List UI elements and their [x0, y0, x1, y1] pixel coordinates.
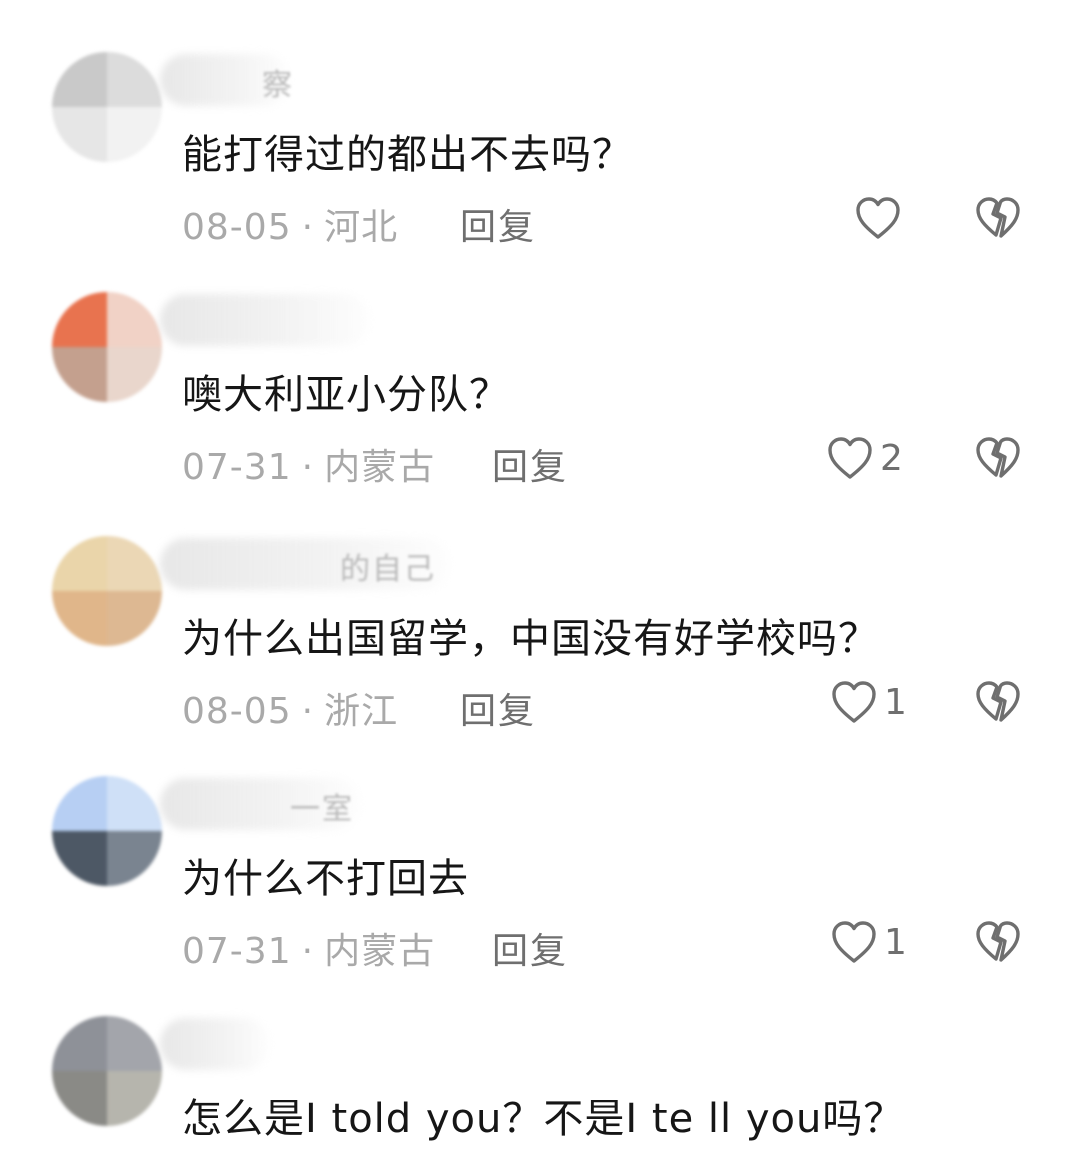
comment-list: 察 能打得过的都出不去吗？ 08-05 · 河北 回复 噢大利亚小分队？ 07-… [0, 0, 1080, 1168]
comment-location: 内蒙古 [324, 931, 436, 972]
username-fragment: 察 [262, 68, 294, 103]
meta-separator: · [301, 207, 315, 248]
dislike-button[interactable] [974, 430, 1022, 486]
user-avatar[interactable] [52, 292, 162, 402]
comment-item: 的自己 为什么出国留学，中国没有好学校吗？ 08-05 · 浙江 回复 1 [0, 536, 1080, 776]
reply-button[interactable]: 回复 [460, 682, 536, 734]
broken-heart-icon [976, 437, 1020, 478]
broken-heart-icon [976, 681, 1020, 722]
like-button[interactable] [854, 190, 908, 246]
username-blur [160, 1018, 270, 1070]
reply-button[interactable]: 回复 [492, 438, 568, 490]
dislike-button[interactable] [974, 914, 1022, 970]
comment-text: 怎么是I told you？不是I te ll you吗？ [182, 1096, 905, 1142]
username-fragment: 一室 [290, 792, 354, 827]
broken-heart-icon [976, 921, 1020, 962]
username-fragment: 的自己 [340, 552, 436, 587]
comment-item: 察 能打得过的都出不去吗？ 08-05 · 河北 回复 [0, 52, 1080, 292]
comment-item: 噢大利亚小分队？ 07-31 · 内蒙古 回复 2 [0, 292, 1080, 532]
comment-date: 07-31 [182, 447, 292, 488]
like-button[interactable]: 1 [830, 674, 907, 730]
comment-date: 07-31 [182, 931, 292, 972]
comment-date: 08-05 [182, 691, 292, 732]
comment-location: 内蒙古 [324, 447, 436, 488]
meta-separator: · [301, 931, 315, 972]
comment-item: 一室 为什么不打回去 07-31 · 内蒙古 回复 1 [0, 776, 1080, 1016]
dislike-button[interactable] [974, 190, 1022, 246]
user-avatar[interactable] [52, 1016, 162, 1126]
like-count: 1 [884, 681, 907, 723]
user-avatar[interactable] [52, 52, 162, 162]
user-avatar[interactable] [52, 536, 162, 646]
like-button[interactable]: 1 [830, 914, 907, 970]
comment-location: 河北 [324, 207, 399, 248]
comment-date: 08-05 [182, 207, 292, 248]
heart-outline-icon [856, 197, 900, 239]
like-count: 2 [880, 437, 903, 479]
heart-outline-icon [832, 921, 876, 963]
comment-meta: 07-31 · 内蒙古 [182, 438, 435, 490]
username-blur [160, 294, 370, 346]
dislike-button[interactable] [974, 674, 1022, 730]
comment-meta: 08-05 · 浙江 [182, 682, 398, 734]
like-count: 1 [884, 921, 907, 963]
reply-button[interactable]: 回复 [492, 922, 568, 974]
comment-meta: 08-05 · 河北 [182, 198, 398, 250]
comment-meta: 07-31 · 内蒙古 [182, 922, 435, 974]
heart-outline-icon [828, 437, 872, 479]
meta-separator: · [301, 691, 315, 732]
reply-button[interactable]: 回复 [460, 198, 536, 250]
user-avatar[interactable] [52, 776, 162, 886]
broken-heart-icon [976, 197, 1020, 238]
comment-item: 怎么是I told you？不是I te ll you吗？ [0, 1016, 1080, 1168]
comment-text: 为什么出国留学，中国没有好学校吗？ [182, 616, 879, 662]
comment-text: 能打得过的都出不去吗？ [182, 132, 633, 178]
comment-text: 噢大利亚小分队？ [182, 372, 510, 418]
heart-outline-icon [832, 681, 876, 723]
comment-text: 为什么不打回去 [182, 856, 469, 902]
comment-location: 浙江 [324, 691, 399, 732]
like-button[interactable]: 2 [826, 430, 903, 486]
meta-separator: · [301, 447, 315, 488]
